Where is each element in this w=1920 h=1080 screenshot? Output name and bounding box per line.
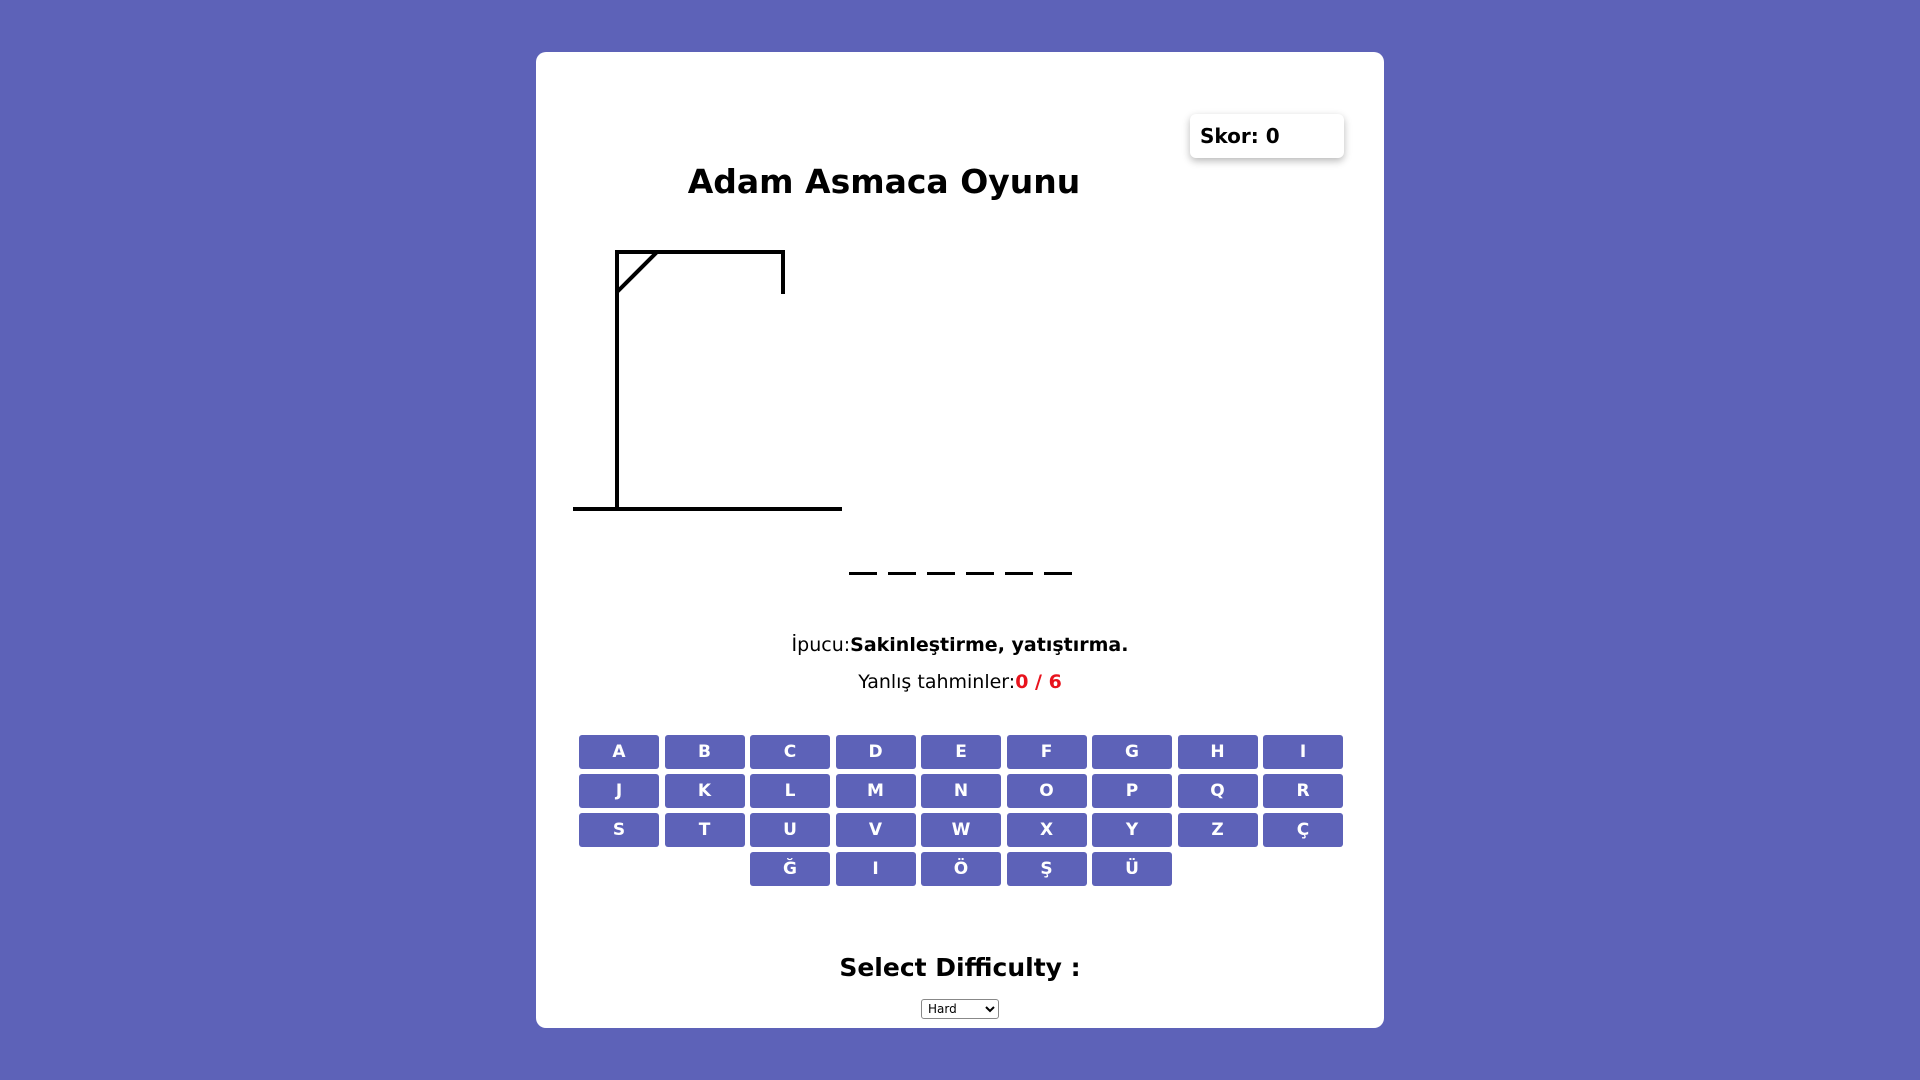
letter-key-26[interactable]: Z <box>1177 813 1258 847</box>
gallows-drawing <box>573 250 842 511</box>
page-title: Adam Asmaca Oyunu <box>687 162 1081 201</box>
letter-key-12[interactable]: L <box>750 774 830 808</box>
letter-key-7[interactable]: G <box>1092 735 1172 769</box>
difficulty-label: Select Difficulty : <box>839 953 1081 982</box>
letter-key-28[interactable]: Ğ <box>750 852 830 886</box>
letter-key-19[interactable]: S <box>579 813 659 847</box>
letter-key-15[interactable]: O <box>1006 774 1087 808</box>
score-badge: Skor: 0 <box>1190 114 1344 158</box>
wrong-count: 0 / 6 <box>1015 671 1062 693</box>
hint-text: Sakinleştirme, yatıştırma. <box>850 634 1129 656</box>
letter-key-23[interactable]: W <box>921 813 1001 847</box>
letter-key-17[interactable]: Q <box>1177 774 1258 808</box>
letter-key-21[interactable]: U <box>750 813 830 847</box>
letter-key-13[interactable]: M <box>835 774 916 808</box>
letter-key-10[interactable]: J <box>579 774 659 808</box>
letter-blank <box>1004 572 1033 575</box>
letter-key-16[interactable]: P <box>1092 774 1172 808</box>
letter-key-20[interactable]: T <box>664 813 745 847</box>
letter-key-2[interactable]: B <box>664 735 745 769</box>
letter-key-9[interactable]: I <box>1263 735 1343 769</box>
letter-key-22[interactable]: V <box>835 813 916 847</box>
letter-blank <box>887 572 916 575</box>
letter-blank <box>926 572 955 575</box>
gallows-brace <box>615 250 659 294</box>
letter-key-6[interactable]: F <box>1006 735 1087 769</box>
letter-key-25[interactable]: Y <box>1092 813 1172 847</box>
letter-blank <box>848 572 877 575</box>
letter-key-31[interactable]: Ş <box>1006 852 1087 886</box>
word-blanks <box>536 572 1384 575</box>
letter-key-18[interactable]: R <box>1263 774 1343 808</box>
letter-key-14[interactable]: N <box>921 774 1001 808</box>
letter-key-30[interactable]: Ö <box>921 852 1001 886</box>
letter-blank <box>965 572 994 575</box>
letter-key-4[interactable]: D <box>835 735 916 769</box>
letter-key-29[interactable]: I <box>835 852 916 886</box>
letter-blank <box>1043 572 1072 575</box>
letter-key-1[interactable]: A <box>579 735 659 769</box>
letter-key-11[interactable]: K <box>664 774 745 808</box>
letter-key-24[interactable]: X <box>1006 813 1087 847</box>
letter-key-3[interactable]: C <box>750 735 830 769</box>
game-card: Adam Asmaca Oyunu Skor: 0 İpucu:Sakinleş… <box>536 52 1384 1028</box>
hint-line: İpucu:Sakinleştirme, yatıştırma. <box>536 634 1384 656</box>
difficulty-select[interactable]: Hard <box>921 999 999 1019</box>
letter-key-32[interactable]: Ü <box>1092 852 1172 886</box>
letter-key-8[interactable]: H <box>1177 735 1258 769</box>
wrong-guesses-line: Yanlış tahminler:0 / 6 <box>536 671 1384 693</box>
letter-keyboard: ABCDEFGHIJKLMNOPQRSTUVWXYZÇĞIÖŞÜ <box>579 735 1343 886</box>
letter-key-5[interactable]: E <box>921 735 1001 769</box>
hint-prefix: İpucu: <box>791 634 851 656</box>
letter-key-27[interactable]: Ç <box>1263 813 1343 847</box>
wrong-prefix: Yanlış tahminler: <box>858 671 1016 693</box>
